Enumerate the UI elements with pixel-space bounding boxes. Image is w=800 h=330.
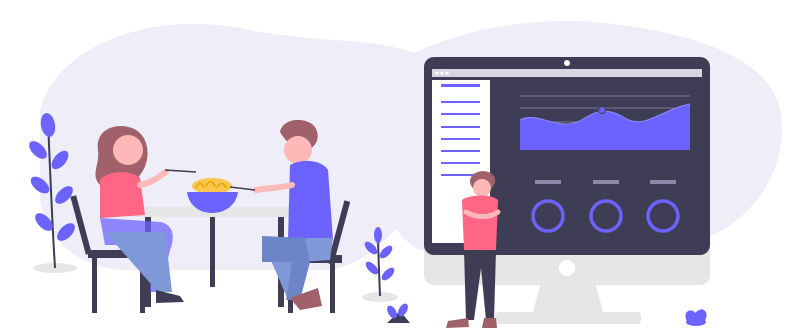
power-button-icon [559,260,575,276]
illustration-canvas [29,21,782,328]
stat-label-3 [650,180,676,184]
webcam-icon [564,60,570,66]
window-bar [432,69,702,77]
illustration-stage [0,0,800,330]
sidebar-header-line [441,84,480,87]
plant-icon [685,309,707,326]
window-dots-icon [435,71,449,75]
stat-label-1 [535,180,561,184]
stat-label-2 [593,180,619,184]
rock-plant-icon [387,303,410,323]
